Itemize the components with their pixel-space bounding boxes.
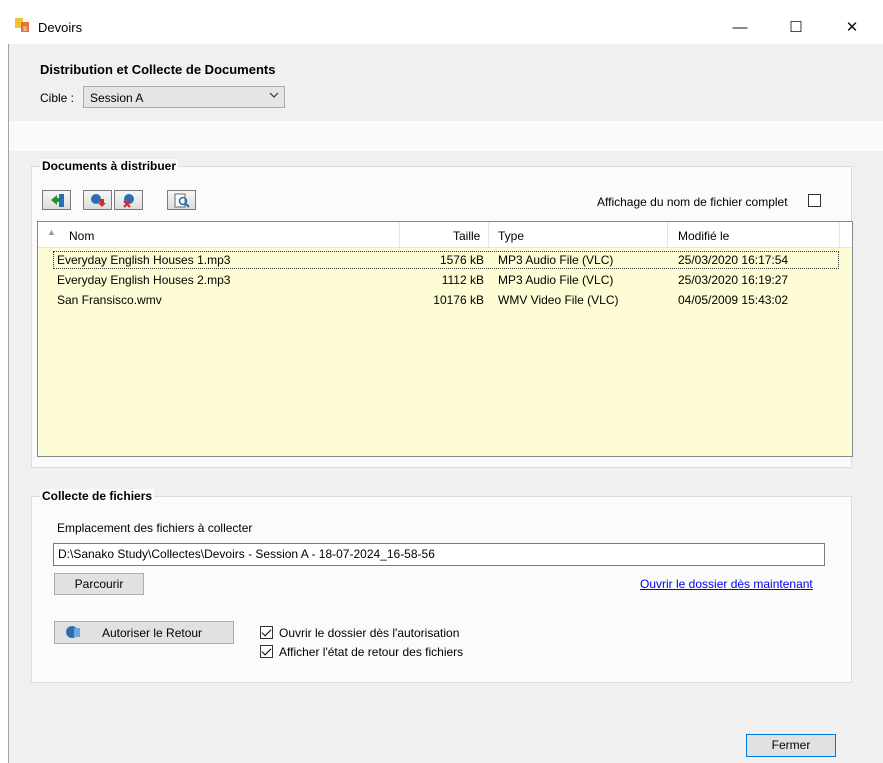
authorize-icon [66, 626, 80, 638]
file-type-cell: MP3 Audio File (VLC) [498, 273, 614, 287]
header-separator [9, 121, 883, 151]
column-header-modified[interactable]: Modifié le [678, 229, 729, 243]
authorize-return-label: Autoriser le Retour [102, 626, 203, 640]
file-size-cell: 1112 kB [441, 273, 484, 287]
column-divider[interactable] [839, 222, 840, 247]
file-type-cell: MP3 Audio File (VLC) [498, 253, 614, 267]
file-type-cell: WMV Video File (VLC) [498, 293, 619, 307]
column-divider[interactable] [488, 222, 489, 247]
add-file-button[interactable] [42, 190, 71, 210]
file-modified-cell: 25/03/2020 16:19:27 [678, 273, 789, 287]
distribute-group-title: Documents à distribuer [40, 159, 179, 173]
app-icon: s [15, 18, 29, 33]
file-modified-cell: 04/05/2009 15:43:02 [678, 293, 789, 307]
close-window-button[interactable]: ✕ [832, 12, 872, 44]
preview-icon [174, 193, 190, 208]
show-status-checkbox[interactable] [260, 645, 273, 658]
cible-dropdown-value: Session A [90, 91, 144, 105]
download-icon [91, 194, 106, 207]
window-title: Devoirs [38, 20, 83, 35]
file-size-cell: 1576 kB [439, 253, 484, 267]
open-folder-now-link[interactable]: Ouvrir le dossier dès maintenant [640, 577, 813, 591]
full-name-checkbox[interactable] [808, 194, 821, 207]
sort-up-icon: ▲ [47, 227, 56, 237]
remove-file-button[interactable] [114, 190, 143, 210]
minimize-button[interactable]: — [720, 12, 760, 44]
chevron-down-icon [268, 87, 280, 106]
close-button[interactable]: Fermer [746, 734, 836, 757]
file-list-header [38, 222, 852, 248]
maximize-button[interactable]: ☐ [776, 12, 816, 44]
preview-button[interactable] [167, 190, 196, 210]
location-input[interactable]: D:\Sanako Study\Collectes\Devoirs - Sess… [53, 543, 825, 566]
svg-text:s: s [23, 24, 27, 33]
remove-file-icon [123, 194, 134, 208]
cible-label: Cible : [40, 91, 75, 105]
file-name-cell[interactable]: Everyday English Houses 1.mp3 [57, 250, 230, 270]
column-divider[interactable] [667, 222, 668, 247]
browse-button[interactable]: Parcourir [54, 573, 144, 595]
add-file-icon [51, 194, 64, 207]
download-file-button[interactable] [83, 190, 112, 210]
file-modified-cell: 25/03/2020 16:17:54 [678, 253, 789, 267]
column-header-name[interactable]: Nom [69, 229, 94, 243]
open-on-auth-label: Ouvrir le dossier dès l'autorisation [279, 626, 460, 640]
page-title: Distribution et Collecte de Documents [40, 62, 276, 77]
full-name-label: Affichage du nom de fichier complet [597, 195, 788, 209]
column-header-type[interactable]: Type [498, 229, 524, 243]
collect-group-title: Collecte de fichiers [40, 489, 155, 503]
location-label: Emplacement des fichiers à collecter [57, 521, 253, 535]
column-divider[interactable] [399, 222, 400, 247]
column-header-size[interactable]: Taille [453, 229, 480, 243]
authorize-return-button[interactable]: Autoriser le Retour [54, 621, 234, 644]
show-status-label: Afficher l'état de retour des fichiers [279, 645, 464, 659]
file-name-cell[interactable]: Everyday English Houses 2.mp3 [57, 270, 230, 290]
file-name-cell[interactable]: San Fransisco.wmv [57, 290, 162, 310]
open-on-auth-checkbox[interactable] [260, 626, 273, 639]
file-size-cell: 10176 kB [433, 293, 484, 307]
